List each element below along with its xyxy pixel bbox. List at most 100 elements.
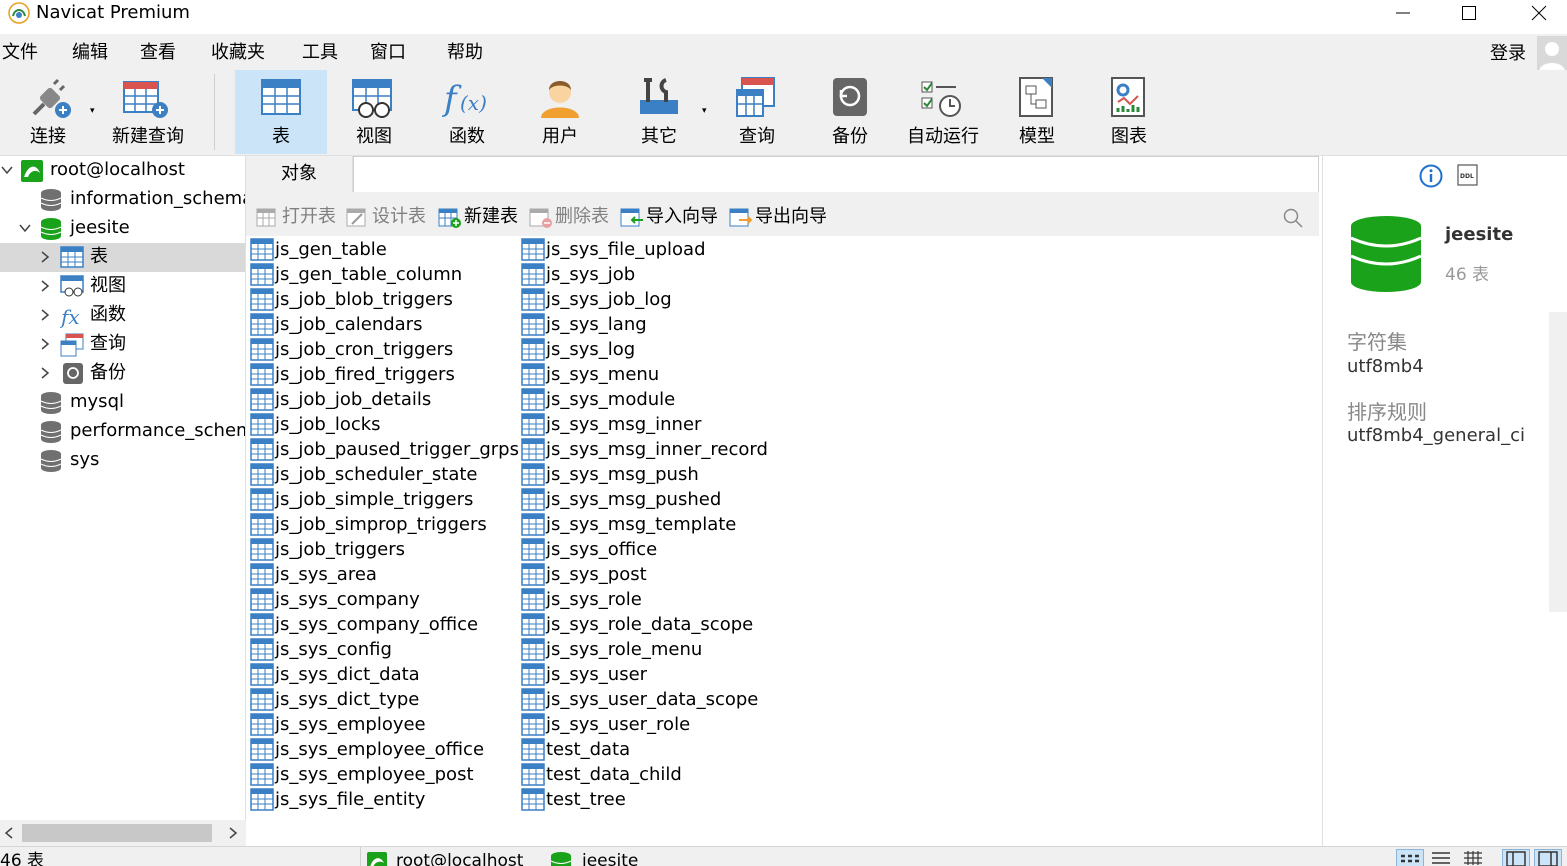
table-icon [521, 663, 545, 686]
navigation-tree: root@localhost information_schema jeesit… [0, 156, 246, 846]
tree-db-jeesite[interactable]: jeesite [0, 214, 245, 243]
list-view-button[interactable] [1396, 849, 1424, 866]
svg-text:fx: fx [60, 305, 80, 328]
user-button[interactable]: 用户 [515, 70, 605, 154]
schedule-button[interactable]: 自动运行 [898, 70, 988, 154]
backup-icon [833, 78, 867, 116]
menu-favorites[interactable]: 收藏夹 [211, 42, 265, 64]
others-dropdown-icon[interactable]: ▾ [702, 106, 707, 116]
tree-db-information-schema[interactable]: information_schema [0, 185, 245, 214]
menu-edit[interactable]: 编辑 [72, 42, 108, 64]
menu-window[interactable]: 窗口 [370, 42, 406, 64]
table-name: js_job_scheduler_state [275, 464, 478, 485]
sidebar-horizontal-scrollbar[interactable] [0, 820, 246, 846]
close-button[interactable] [1516, 0, 1562, 26]
table-name: js_job_cron_triggers [275, 339, 454, 360]
scroll-right-icon[interactable] [228, 827, 238, 839]
new-query-button[interactable]: 新建查询 [100, 70, 196, 154]
er-view-button[interactable] [1460, 849, 1488, 866]
tree-db-sys[interactable]: sys [0, 446, 245, 475]
menu-view[interactable]: 查看 [140, 42, 176, 64]
table-icon [250, 638, 274, 661]
chevron-right-icon[interactable] [38, 308, 52, 322]
table-name: js_sys_dict_type [275, 689, 420, 710]
table-name: js_sys_file_upload [546, 239, 706, 260]
table-icon [521, 738, 545, 761]
maximize-button[interactable] [1446, 0, 1492, 26]
chevron-down-icon[interactable] [18, 221, 32, 235]
tree-node-views[interactable]: 视图 [0, 272, 245, 301]
toggle-sidebar-button[interactable] [1502, 849, 1530, 866]
tree-connection-root[interactable]: root@localhost [0, 156, 245, 185]
tree-node-backups[interactable]: 备份 [0, 359, 245, 388]
table-button[interactable]: 表 [235, 70, 327, 154]
others-button[interactable]: 其它 ▾ [610, 70, 708, 154]
toggle-info-panel-button[interactable] [1534, 849, 1562, 866]
table-icon [521, 488, 545, 511]
connection-button[interactable]: 连接 ▾ [0, 70, 96, 154]
menu-file[interactable]: 文件 [2, 42, 38, 64]
tree-db-performance-schema[interactable]: performance_schema [0, 417, 245, 446]
schedule-icon [921, 81, 961, 117]
toolbar-divider [214, 74, 215, 150]
function-button[interactable]: f (x) 函数 [422, 70, 512, 154]
view-icon [352, 79, 392, 118]
tree-db-mysql[interactable]: mysql [0, 388, 245, 417]
table-icon [521, 763, 545, 786]
table-name: js_job_paused_trigger_grps [275, 439, 519, 460]
tree-node-label: 备份 [90, 362, 126, 383]
tree-node-functions[interactable]: fx 函数 [0, 301, 245, 330]
mysql-connection-icon [21, 160, 43, 182]
table-icon [250, 713, 274, 736]
table-name: js_sys_config [275, 639, 392, 660]
table-icon [250, 513, 274, 536]
chart-button[interactable]: 图表 [1084, 70, 1174, 154]
scrollbar-thumb[interactable] [22, 824, 212, 842]
table-icon [250, 438, 274, 461]
tree-node-tables[interactable]: 表 [0, 243, 245, 272]
info-icon[interactable] [1419, 164, 1443, 188]
table-name: js_sys_user_data_scope [546, 689, 759, 710]
table-icon [250, 663, 274, 686]
table-name: js_sys_msg_inner [546, 414, 702, 435]
menu-tools[interactable]: 工具 [302, 42, 338, 64]
table-icon [250, 588, 274, 611]
table-icon [521, 363, 545, 386]
function-label: 函数 [449, 126, 485, 147]
database-icon [550, 852, 572, 866]
chevron-right-icon[interactable] [38, 366, 52, 380]
tab-objects[interactable]: 对象 [246, 156, 353, 192]
tree-db-label: sys [70, 449, 100, 470]
tree-db-label: mysql [70, 391, 124, 412]
view-label: 视图 [356, 126, 392, 147]
new-table-label: 新建表 [464, 206, 518, 227]
chevron-right-icon[interactable] [38, 337, 52, 351]
info-panel-scrollbar[interactable] [1549, 312, 1567, 612]
table-icon [521, 313, 545, 336]
table-name: test_data [546, 739, 631, 760]
detail-view-button[interactable] [1428, 849, 1456, 866]
ddl-icon[interactable]: DDL [1457, 164, 1479, 186]
tab-bar: 对象 [246, 156, 1319, 192]
connection-dropdown-icon[interactable]: ▾ [90, 106, 95, 116]
chevron-down-icon[interactable] [0, 163, 14, 177]
search-icon[interactable] [1283, 208, 1303, 228]
login-link[interactable]: 登录 [1490, 43, 1526, 65]
menu-help[interactable]: 帮助 [447, 42, 483, 64]
model-button[interactable]: 模型 [992, 70, 1082, 154]
view-button[interactable]: 视图 [330, 70, 418, 154]
tree-node-queries[interactable]: 查询 [0, 330, 245, 359]
query-button[interactable]: 查询 [712, 70, 802, 154]
status-bar: 46 表 root@localhost jeesite [0, 846, 1567, 866]
scroll-left-icon[interactable] [4, 827, 14, 839]
main-toolbar: 连接 ▾ 新建查询 表 视图 f (x) 函数 用户 其它 ▾ 查询 备份 自动… [0, 70, 1567, 156]
design-table-label: 设计表 [372, 206, 426, 227]
chevron-right-icon[interactable] [38, 279, 52, 293]
avatar[interactable] [1537, 36, 1567, 72]
chevron-right-icon[interactable] [38, 250, 52, 264]
table-icon [521, 263, 545, 286]
new-table-icon [438, 208, 461, 228]
backup-button[interactable]: 备份 [805, 70, 895, 154]
delete-table-label: 删除表 [555, 206, 609, 227]
minimize-button[interactable] [1380, 0, 1426, 26]
